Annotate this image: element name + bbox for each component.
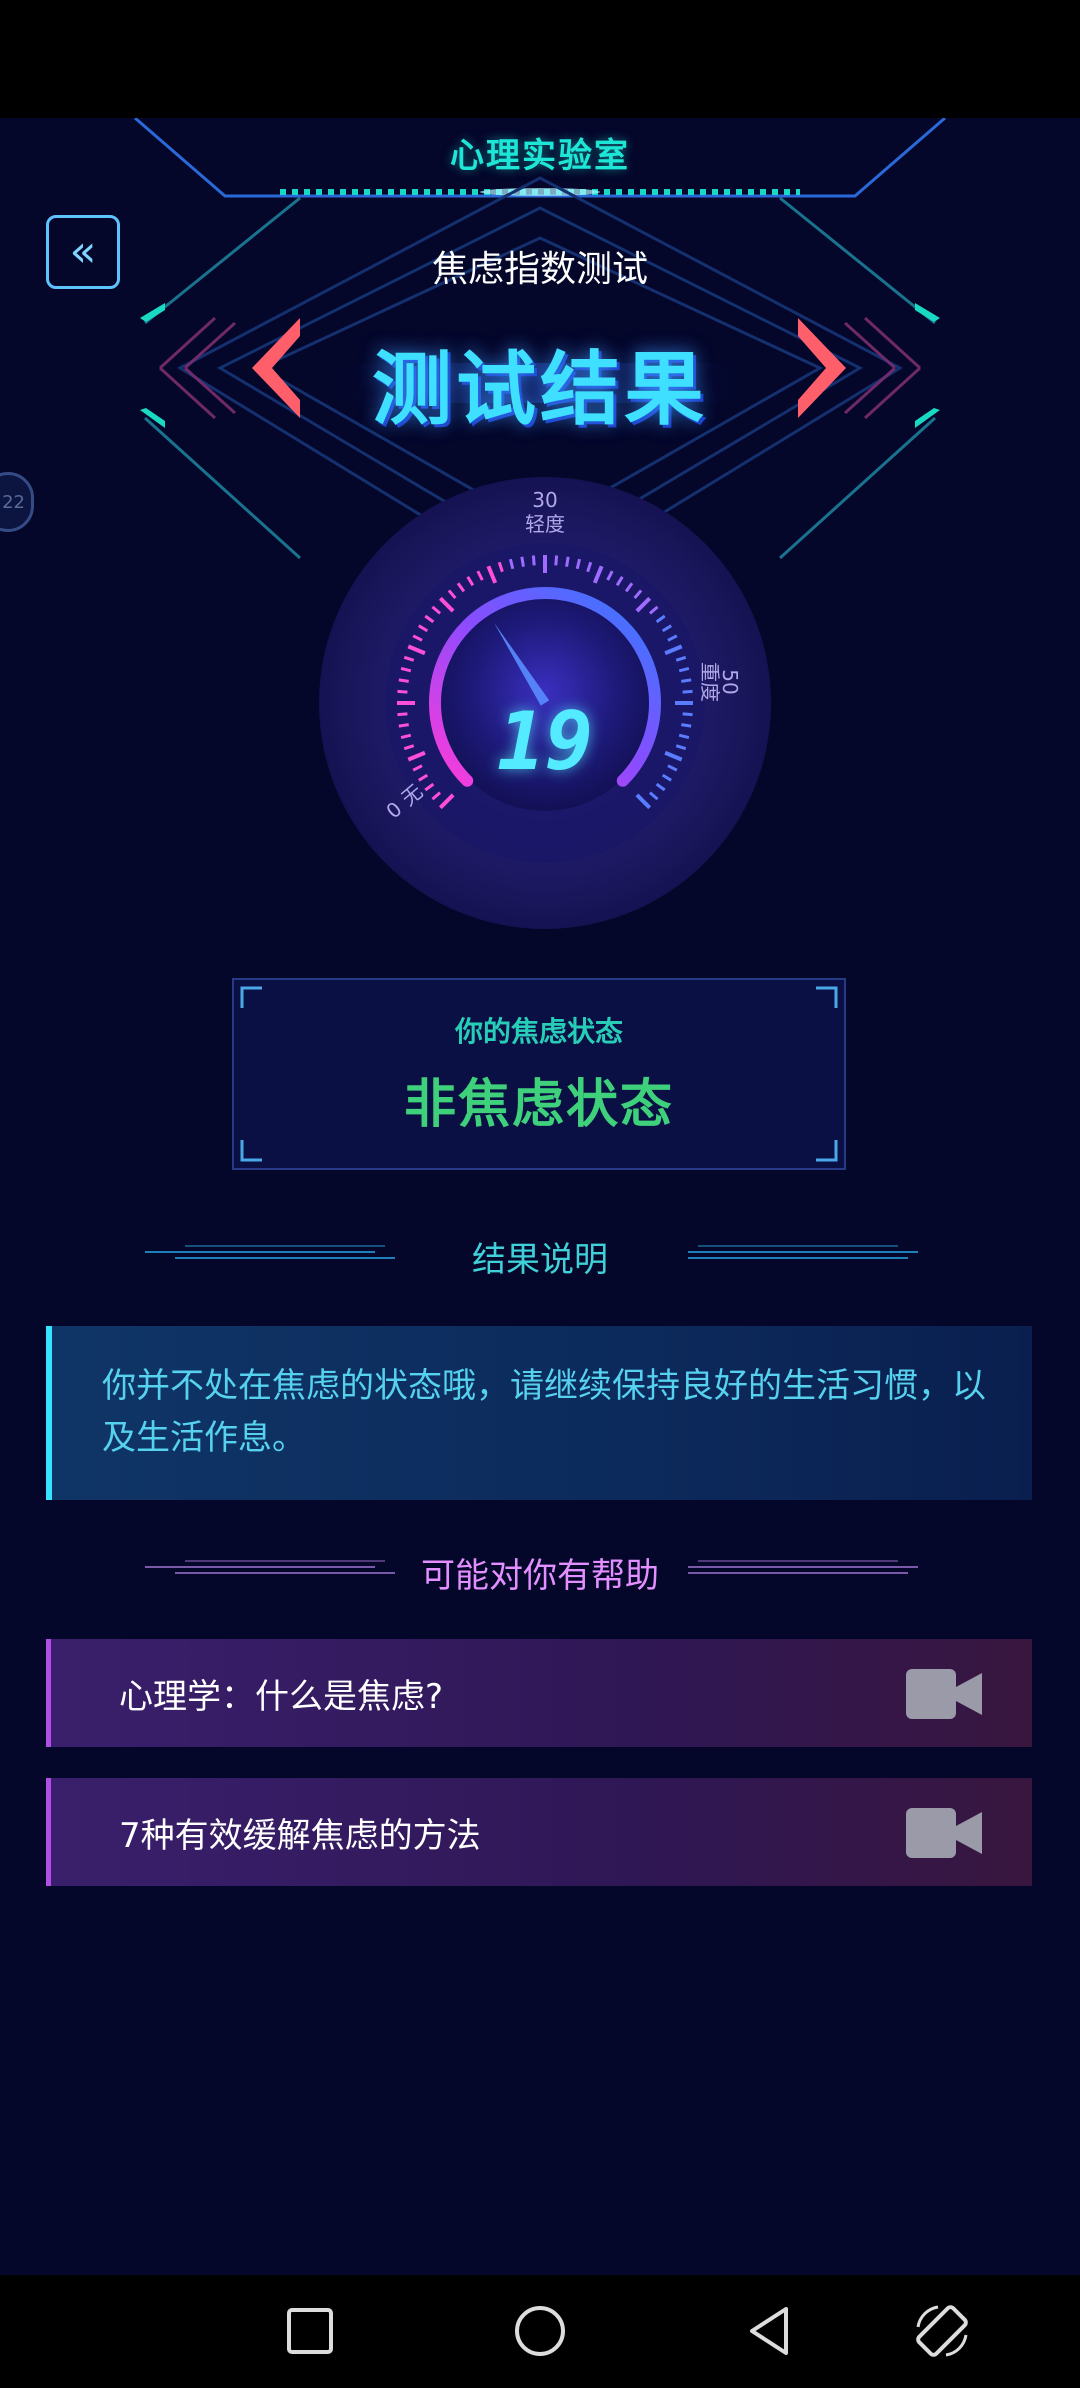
anxiety-status-card: 你的焦虑状态 非焦虑状态 xyxy=(232,978,846,1170)
side-tab-label: 22 xyxy=(2,491,25,513)
circle-icon[interactable] xyxy=(510,2301,570,2361)
app-screen xyxy=(0,118,1080,2275)
gauge-score: 19 xyxy=(496,695,594,788)
gauge-tick xyxy=(682,689,693,694)
rotate-screen-icon[interactable] xyxy=(912,2301,972,2361)
gauge-tick xyxy=(520,556,525,567)
gauge-tick xyxy=(554,555,559,566)
video-camera-icon xyxy=(906,1808,982,1858)
gauge-label-50-num: 50 xyxy=(718,669,742,695)
corner-decoration xyxy=(816,986,838,1008)
corner-decoration xyxy=(240,1140,262,1162)
gauge-tick xyxy=(565,556,570,567)
gauge-tick xyxy=(397,689,408,694)
status-bar xyxy=(0,0,1080,118)
result-description-text: 你并不处在焦虑的状态哦，请继续保持良好的生活习惯，以及生活作息。 xyxy=(102,1366,986,1458)
section-divider-right xyxy=(688,1560,938,1580)
help-item-label: 7种有效缓解焦虑的方法 xyxy=(119,1816,481,1856)
corner-decoration xyxy=(240,986,262,1008)
gauge-tick xyxy=(681,678,692,683)
section-divider-right xyxy=(688,1245,938,1265)
result-description-card: 你并不处在焦虑的状态哦，请继续保持良好的生活习惯，以及生活作息。 xyxy=(46,1326,1032,1500)
gauge-tick xyxy=(681,723,692,728)
gauge-tick xyxy=(682,712,693,717)
help-video-item[interactable]: 7种有效缓解焦虑的方法 xyxy=(46,1778,1032,1886)
system-navigation-bar xyxy=(0,2275,1080,2388)
status-label: 你的焦虑状态 xyxy=(454,1015,623,1048)
page-title: 测试结果 xyxy=(372,343,708,436)
gauge-label-mild: 轻度 xyxy=(525,512,565,536)
gauge-tick xyxy=(398,723,409,728)
app-title: 心理实验室 xyxy=(450,136,630,176)
status-value: 非焦虑状态 xyxy=(403,1075,674,1135)
corner-decoration xyxy=(816,1140,838,1162)
gauge-tick xyxy=(531,555,536,566)
gauge-tick xyxy=(398,678,409,683)
gauge-label-30-num: 30 xyxy=(532,488,558,512)
triangle-back-icon[interactable] xyxy=(740,2301,800,2361)
gauge-label-severe: 重度 xyxy=(698,662,722,702)
help-item-label: 心理学：什么是焦虑? xyxy=(119,1677,444,1717)
page-subtitle: 焦虑指数测试 xyxy=(431,249,648,290)
gauge-tick xyxy=(397,712,408,717)
square-icon[interactable] xyxy=(280,2301,340,2361)
help-video-item[interactable]: 心理学：什么是焦虑? xyxy=(46,1639,1032,1747)
video-camera-icon xyxy=(906,1669,982,1719)
